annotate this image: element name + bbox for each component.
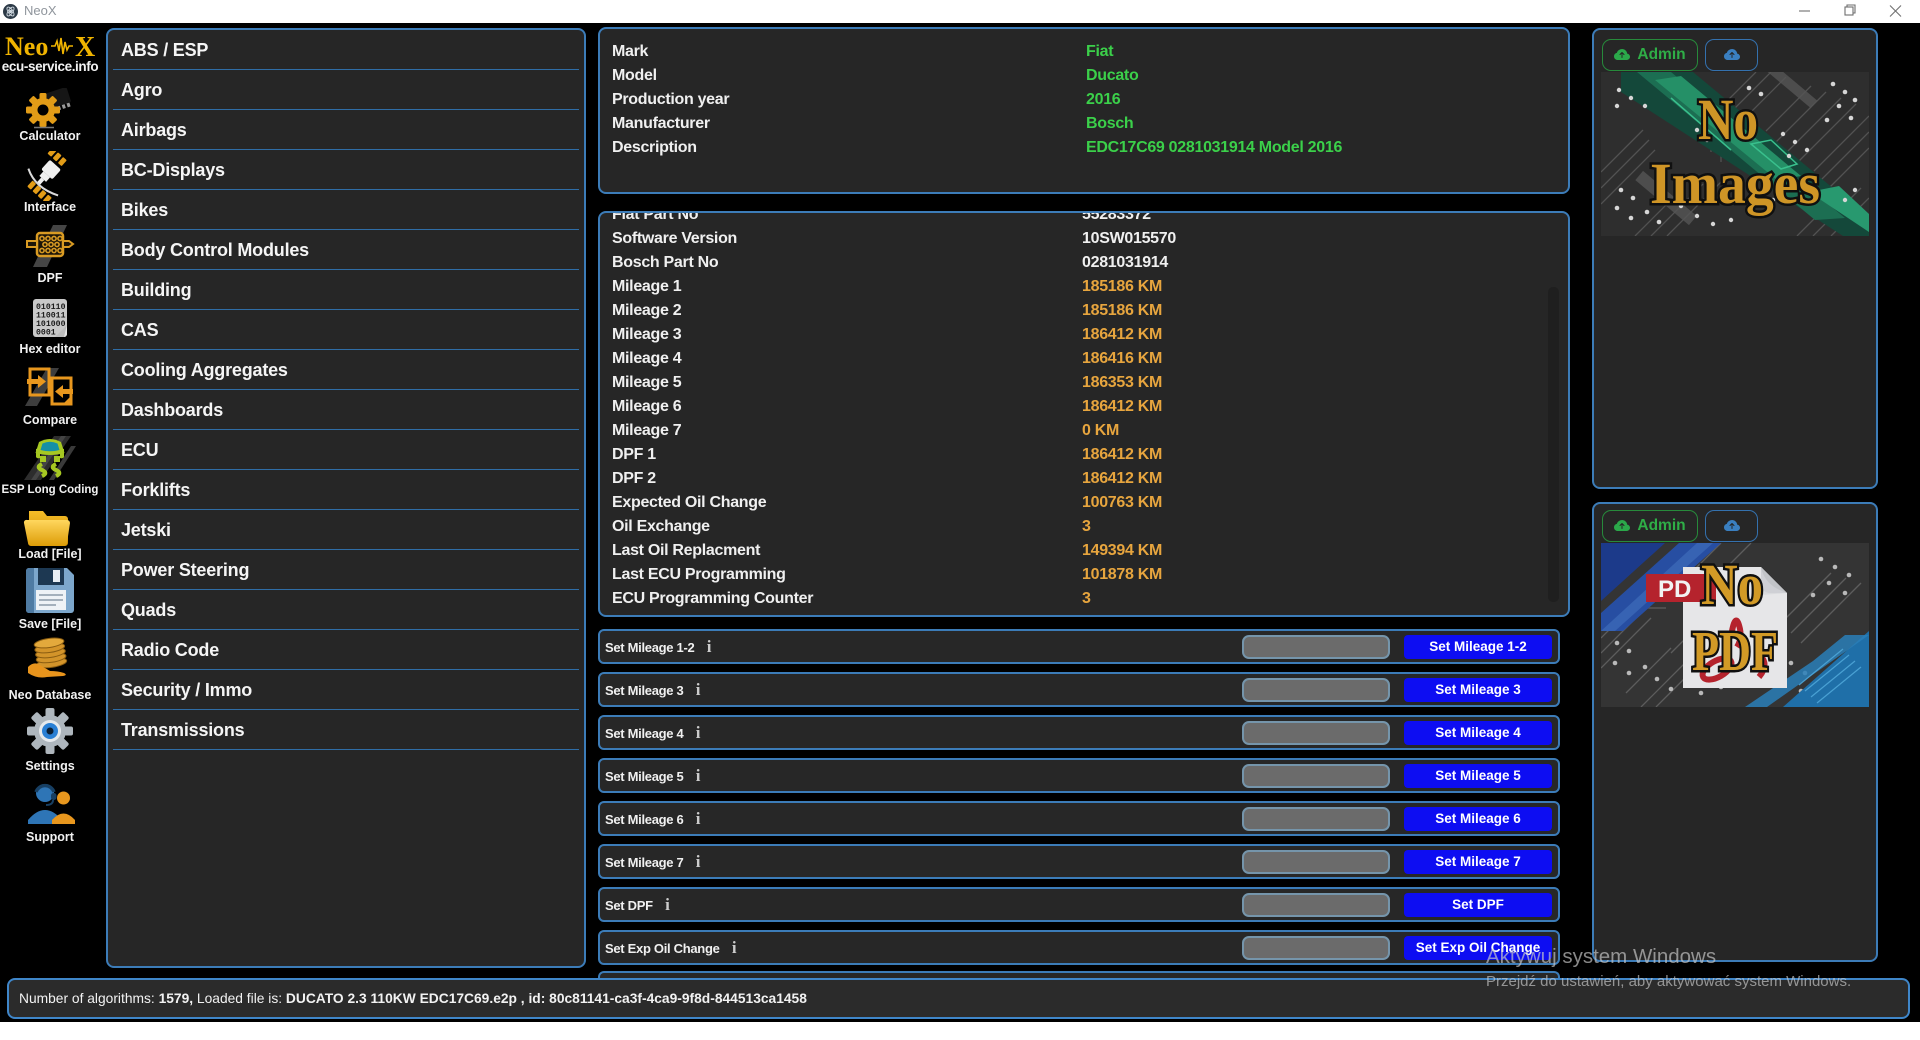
svg-text:PDF: PDF — [1692, 621, 1778, 683]
svg-text:0001: 0001 — [36, 329, 56, 338]
svg-text:PD: PD — [1658, 576, 1691, 603]
svg-text:No: No — [1701, 552, 1763, 617]
svg-text:X: X — [75, 33, 95, 59]
svg-text:No: No — [1698, 87, 1758, 152]
svg-text:Images: Images — [1650, 151, 1820, 216]
svg-text:Neo: Neo — [5, 33, 48, 59]
